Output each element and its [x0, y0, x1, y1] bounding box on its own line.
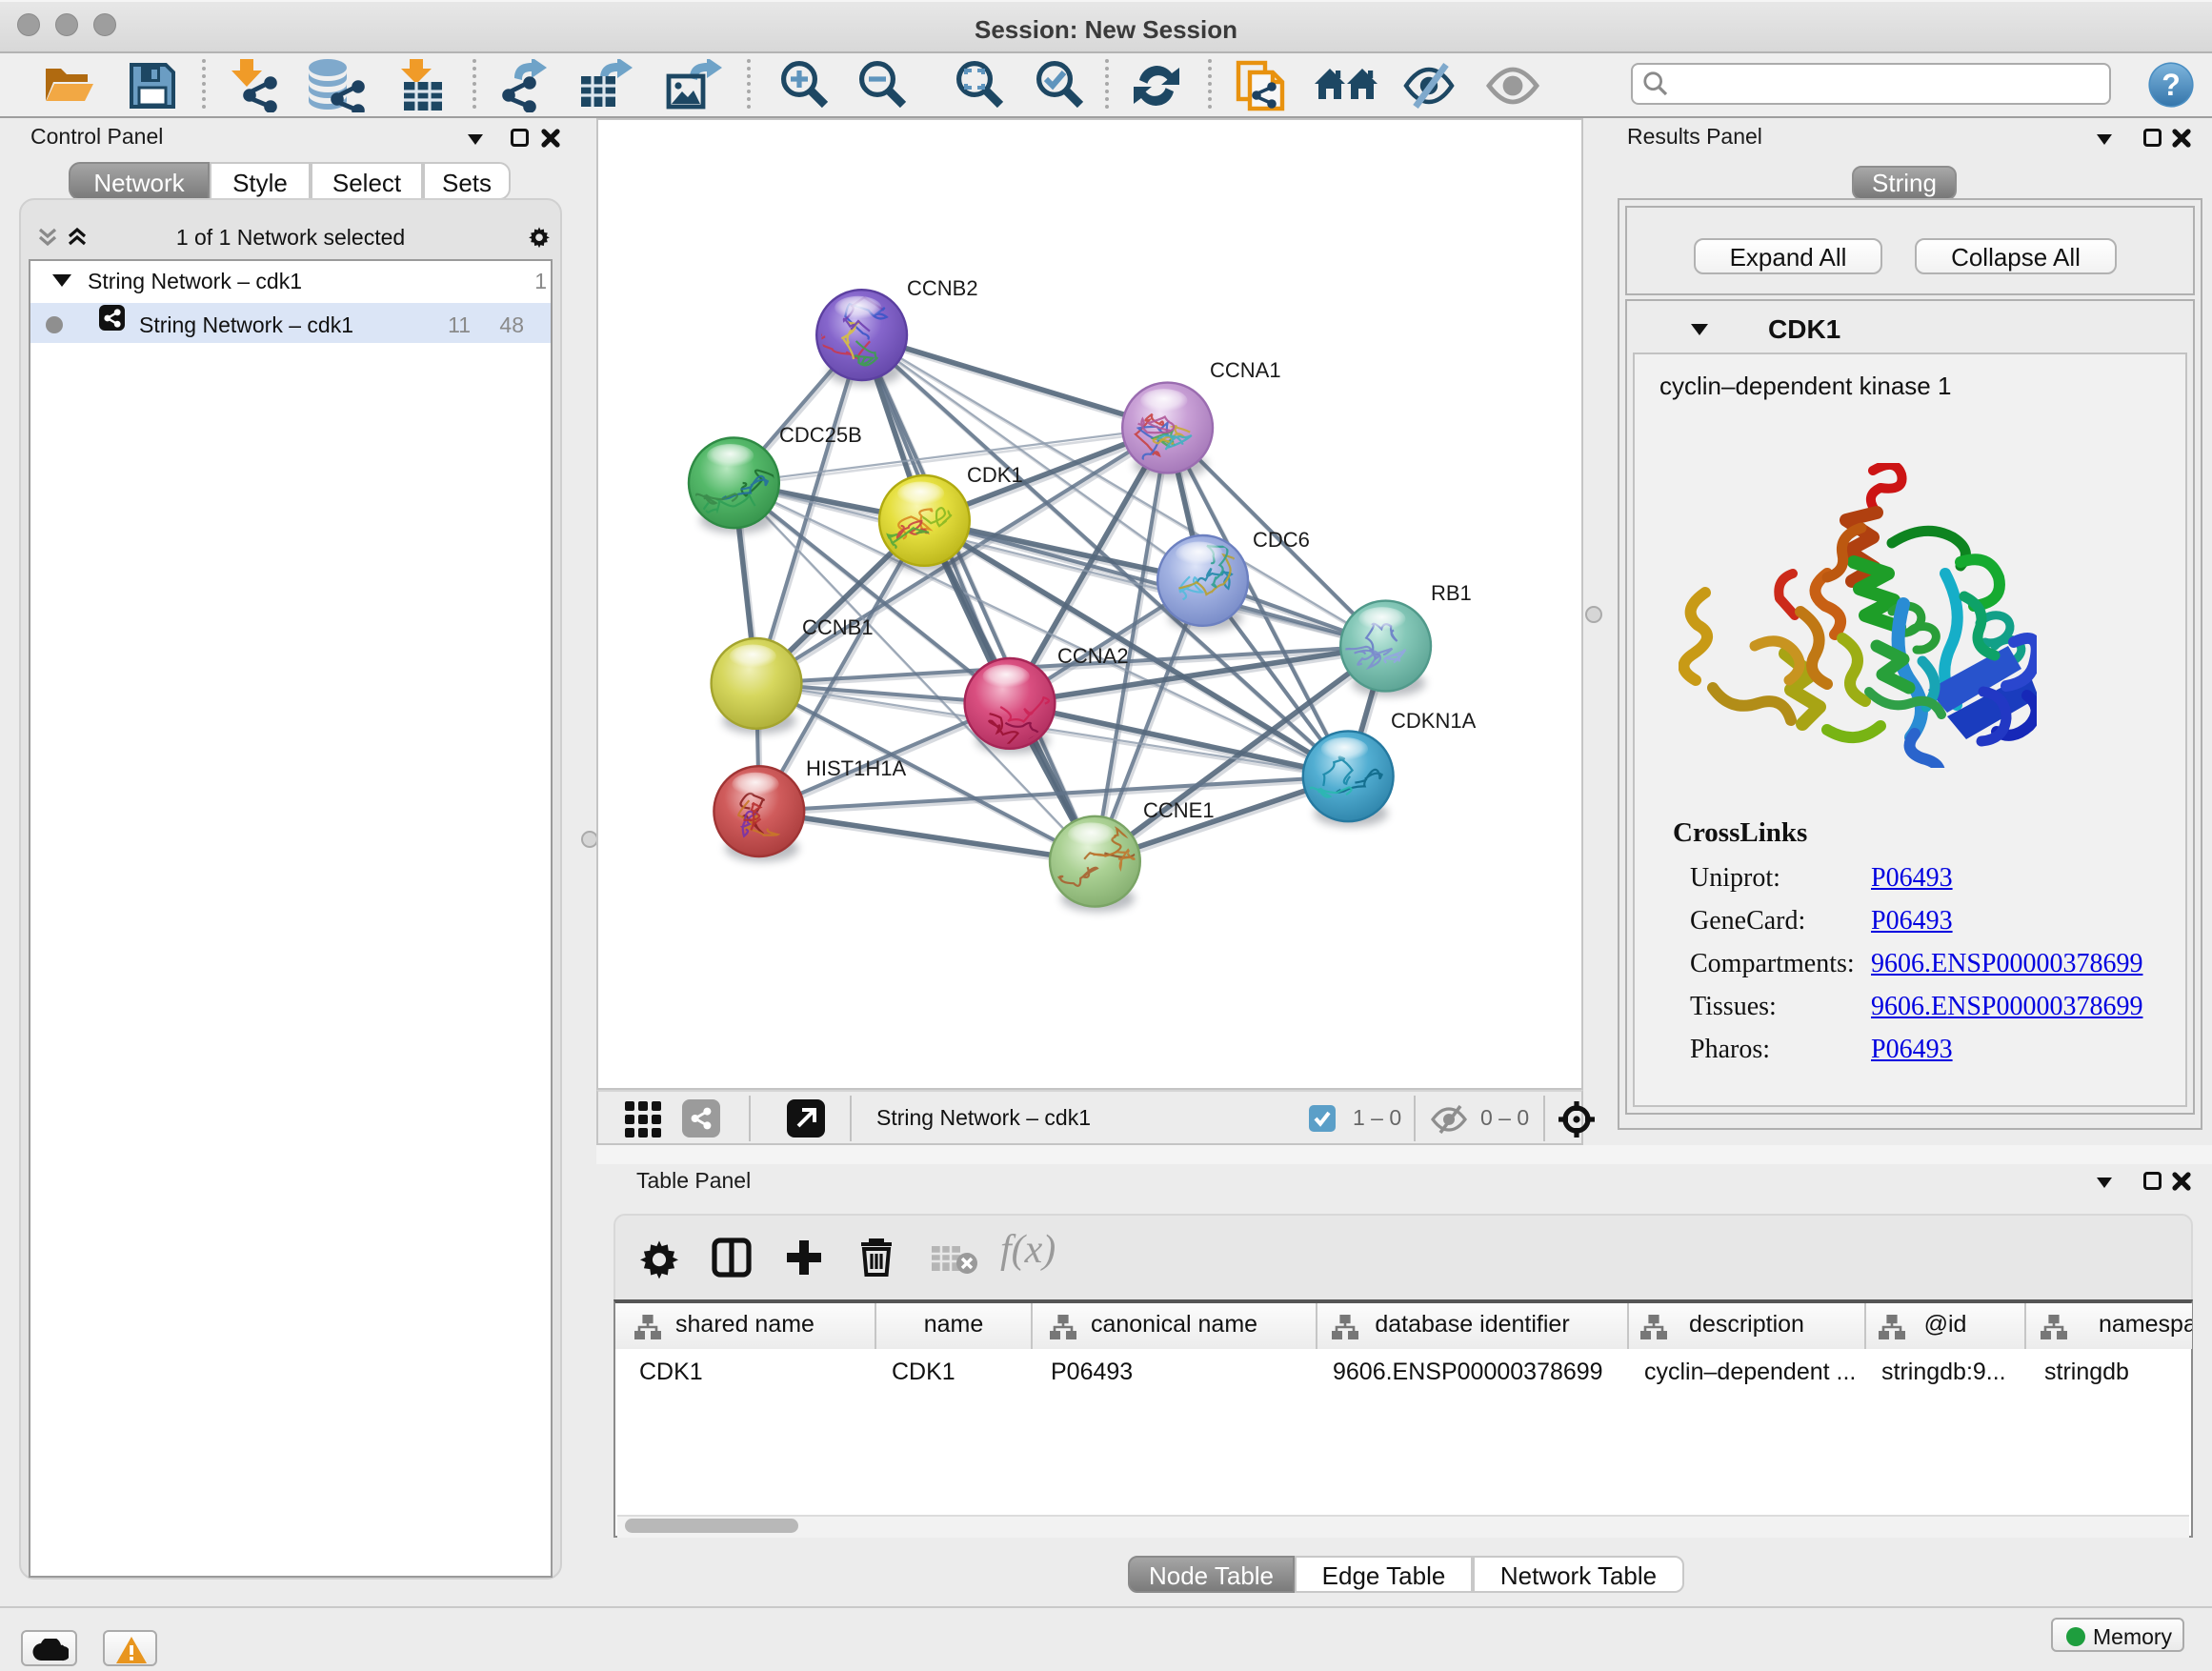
- svg-text:CCNA2: CCNA2: [1057, 644, 1129, 668]
- svg-text:RB1: RB1: [1431, 581, 1472, 605]
- svg-text:CCNB2: CCNB2: [907, 276, 978, 300]
- svg-text:CCNB1: CCNB1: [802, 615, 874, 639]
- svg-text:?: ?: [2162, 68, 2181, 102]
- svg-text:CCNA1: CCNA1: [1210, 358, 1281, 382]
- svg-text:CDC25B: CDC25B: [779, 423, 862, 447]
- svg-text:CCNE1: CCNE1: [1143, 798, 1215, 822]
- svg-text:CDKN1A: CDKN1A: [1391, 709, 1477, 733]
- svg-text:HIST1H1A: HIST1H1A: [806, 756, 906, 780]
- svg-text:CDK1: CDK1: [967, 463, 1023, 487]
- svg-text:CDC6: CDC6: [1253, 528, 1310, 552]
